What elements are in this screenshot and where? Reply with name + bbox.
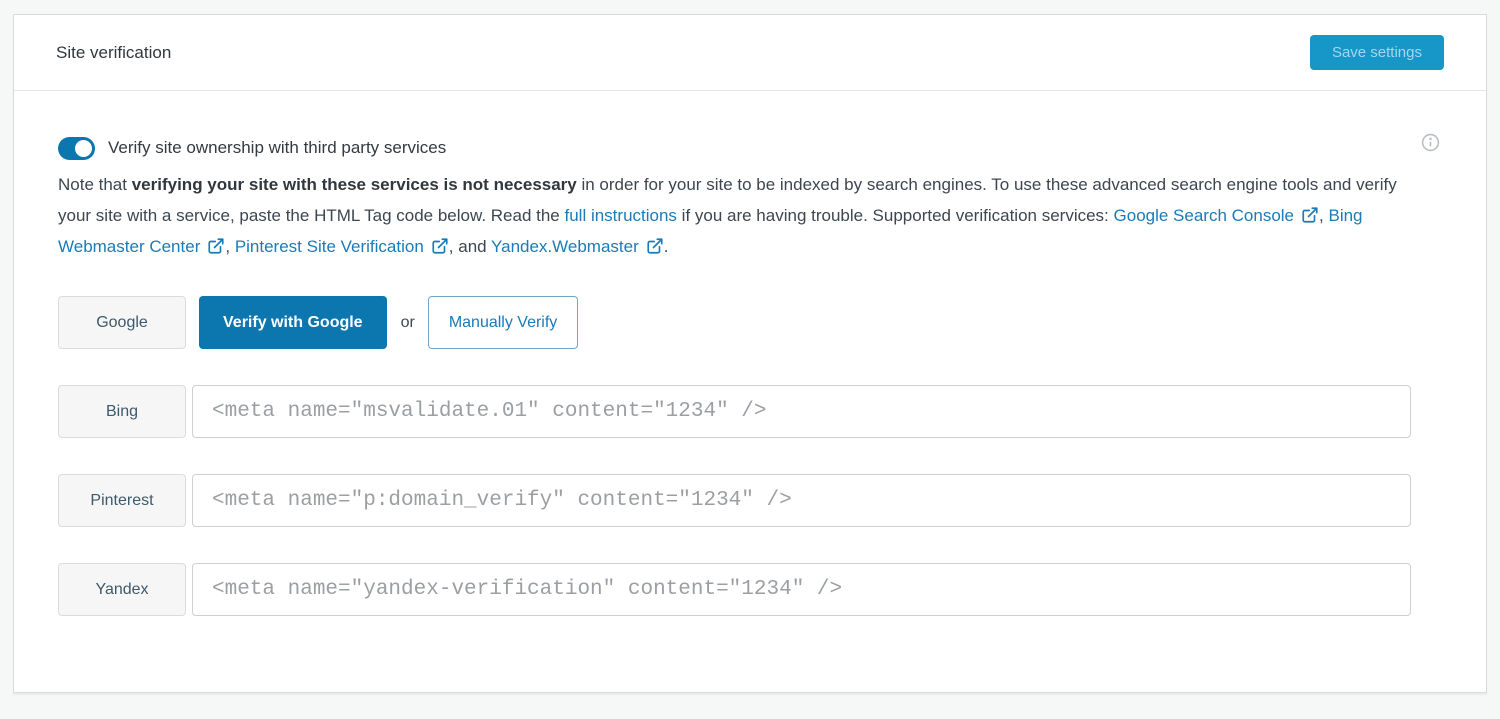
pinterest-input[interactable] [192, 474, 1411, 527]
pinterest-site-verification-link[interactable]: Pinterest Site Verification [235, 237, 449, 256]
manually-verify-button[interactable]: Manually Verify [428, 296, 579, 349]
description-prefix: Note that [58, 175, 132, 194]
google-row: Google Verify with Google or Manually Ve… [58, 296, 1411, 349]
yandex-webmaster-link[interactable]: Yandex.Webmaster [491, 237, 664, 256]
google-search-console-link[interactable]: Google Search Console [1114, 206, 1320, 225]
external-link-icon [207, 237, 225, 255]
external-link-icon [431, 237, 449, 255]
description-bold: verifying your site with these services … [132, 175, 577, 194]
description-after-link: if you are having trouble. Supported ver… [677, 206, 1114, 225]
external-link-icon [1301, 206, 1319, 224]
yandex-label: Yandex [58, 563, 186, 616]
yandex-input[interactable] [192, 563, 1411, 616]
verify-toggle[interactable] [58, 137, 95, 160]
bing-row: Bing [58, 385, 1411, 438]
pinterest-label: Pinterest [58, 474, 186, 527]
description-period: . [664, 237, 669, 256]
verify-toggle-row: Verify site ownership with third party s… [58, 136, 1442, 160]
description-text: Note that verifying your site with these… [58, 169, 1412, 262]
panel-body: Verify site ownership with third party s… [14, 91, 1486, 692]
bing-label: Bing [58, 385, 186, 438]
google-label: Google [58, 296, 186, 349]
panel-header: Site verification Save settings [14, 15, 1486, 91]
separator: , and [449, 237, 491, 256]
save-settings-button[interactable]: Save settings [1310, 35, 1444, 70]
pinterest-row: Pinterest [58, 474, 1411, 527]
separator: , [225, 237, 234, 256]
page-title: Site verification [56, 43, 171, 63]
site-verification-panel: Site verification Save settings Verify s… [13, 14, 1487, 693]
toggle-knob [75, 140, 92, 157]
full-instructions-link[interactable]: full instructions [565, 206, 677, 225]
service-rows: Google Verify with Google or Manually Ve… [58, 296, 1411, 616]
yandex-row: Yandex [58, 563, 1411, 616]
info-icon[interactable] [1421, 133, 1440, 152]
bing-input[interactable] [192, 385, 1411, 438]
toggle-label: Verify site ownership with third party s… [108, 138, 446, 158]
or-text: or [401, 314, 415, 332]
verify-with-google-button[interactable]: Verify with Google [199, 296, 387, 349]
external-link-icon [646, 237, 664, 255]
